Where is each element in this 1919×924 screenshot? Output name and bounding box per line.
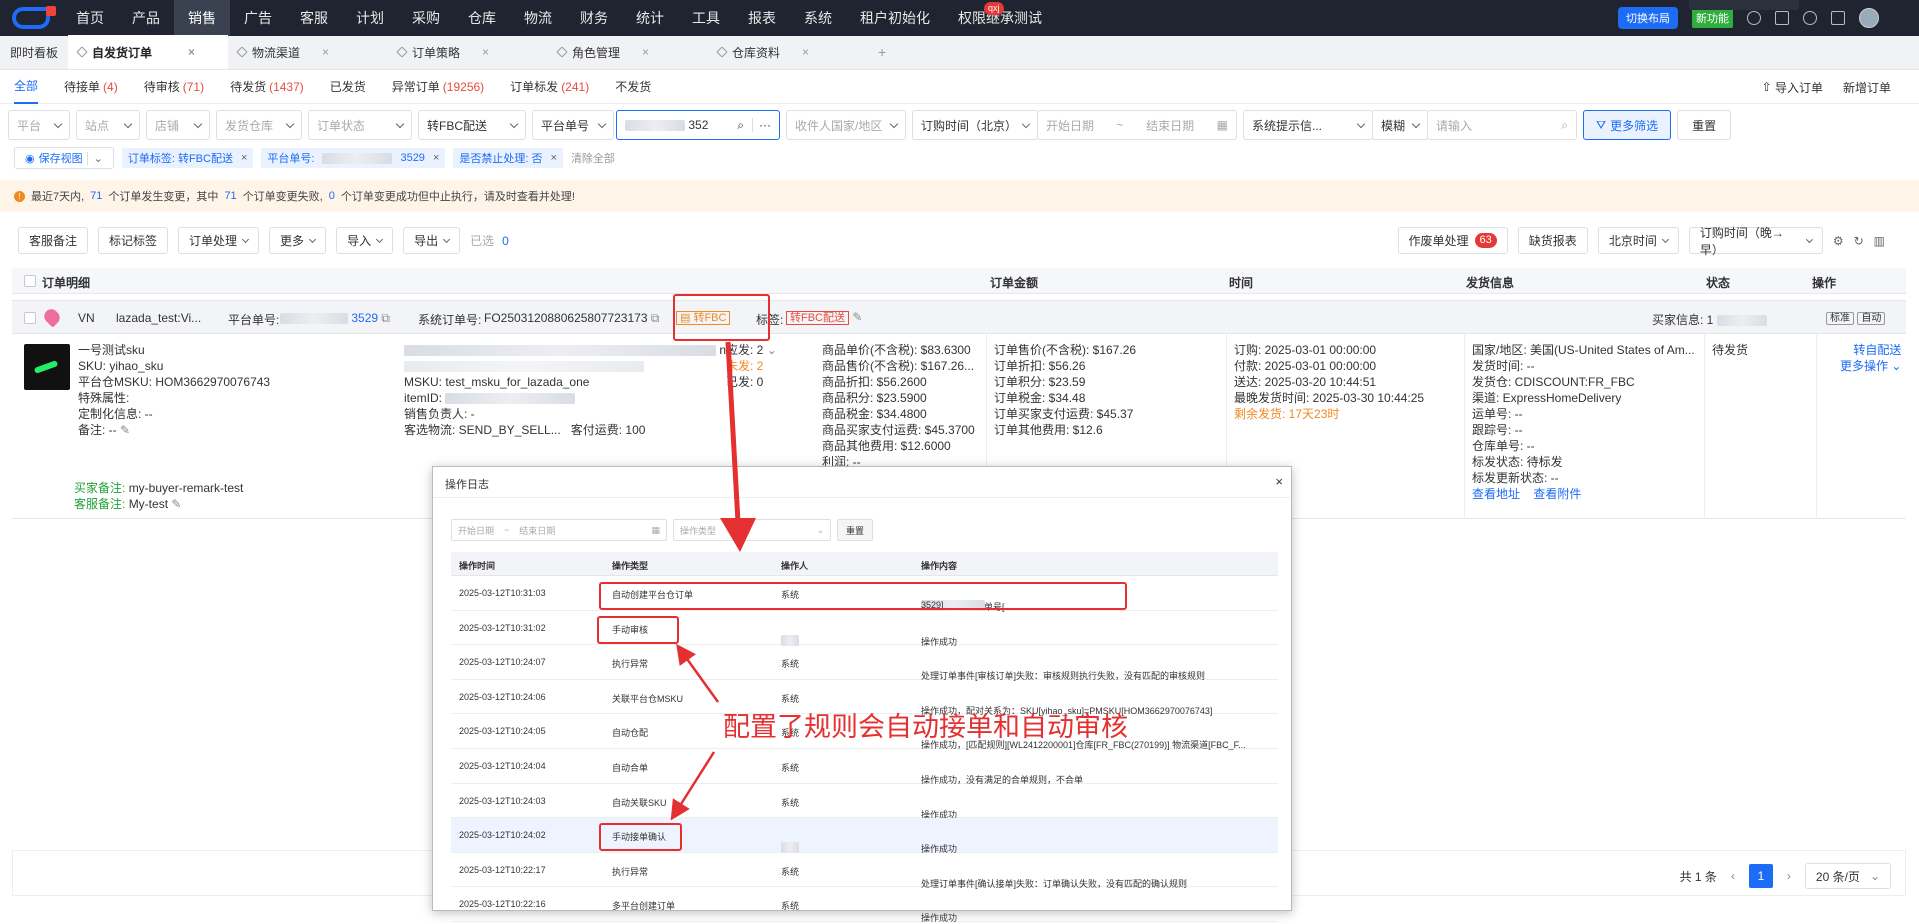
log-content-text: 操作成功	[921, 913, 958, 924]
annotation-arrows	[670, 341, 756, 821]
